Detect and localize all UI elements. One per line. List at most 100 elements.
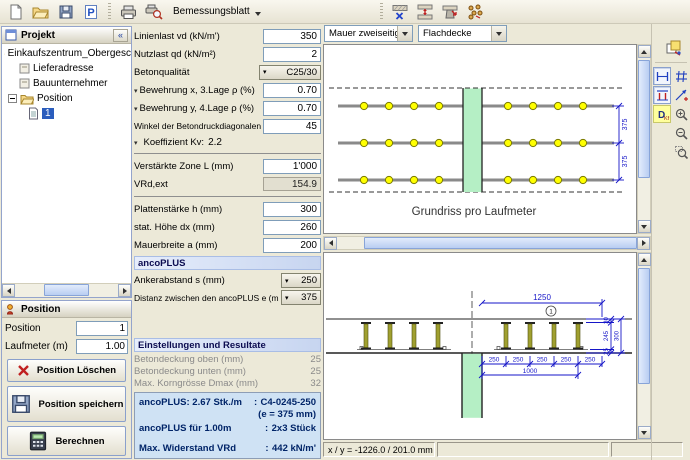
bewehrung-x-input[interactable] <box>263 83 321 98</box>
bemessungsblatt-dropdown[interactable]: Bemessungsblatt <box>166 4 268 19</box>
scroll-left-button[interactable] <box>2 284 15 297</box>
betonqualitaet-dropdown[interactable]: ▾ C25/30 <box>259 65 321 80</box>
scroll-track[interactable] <box>15 284 118 297</box>
scroll-down-button[interactable] <box>638 426 651 439</box>
korngroesse-label: Max. Korngrösse Dmax (mm) <box>134 378 258 390</box>
scroll-right-button[interactable] <box>637 237 650 250</box>
plan-view-canvas[interactable]: 375 375 Grundriss pro Laufmeter <box>323 44 637 234</box>
section-vertical-scrollbar[interactable] <box>637 252 651 440</box>
tree-item-project-root[interactable]: Einkaufszentrum_Obergesc <box>2 46 131 61</box>
scroll-track[interactable] <box>337 237 637 250</box>
copy-drawing-button[interactable] <box>663 37 683 57</box>
betonqualitaet-value: C25/30 <box>286 67 317 78</box>
mode-slab-thickness-button[interactable] <box>413 1 438 23</box>
linienlast-input[interactable] <box>263 29 321 44</box>
winkel-row: Winkel der Betondruckdiagonalen α (°) <box>134 117 321 135</box>
scroll-thumb[interactable] <box>638 60 650 178</box>
stueck-result-label: ancoPLUS für 1.00m <box>139 423 262 434</box>
scroll-down-button[interactable] <box>638 220 651 233</box>
dimension-horizontal-button[interactable] <box>653 67 671 85</box>
page-setup-button[interactable]: P <box>78 1 103 23</box>
print-button[interactable] <box>116 1 141 23</box>
grid-toggle-button[interactable] <box>672 67 690 85</box>
section-view-canvas[interactable]: 1250 1 250 250 250 250 250 1000 30 245 2… <box>323 252 637 440</box>
tool-strip-separator <box>655 62 687 63</box>
mode-slab-without-shear-button[interactable] <box>388 1 413 23</box>
expand-arrow-icon: ▾ <box>134 106 138 113</box>
collapse-panel-button[interactable]: « <box>113 29 128 42</box>
scroll-up-button[interactable] <box>638 45 651 58</box>
wall-type-value: Mauer zweiseitig <box>325 26 397 41</box>
wall-type-dropdown[interactable]: Mauer zweiseitig <box>324 25 413 42</box>
tree-item-position-folder[interactable]: Position <box>2 91 131 106</box>
delete-position-label: Position Löschen <box>37 365 116 376</box>
position-number-input[interactable] <box>76 321 128 336</box>
scroll-thumb[interactable] <box>638 268 650 384</box>
svg-text:250: 250 <box>561 357 572 364</box>
dkf-display-button[interactable]: D Kf <box>653 105 671 123</box>
anchor-dimension-button[interactable] <box>653 86 671 104</box>
save-position-button[interactable]: Position speichern <box>7 386 126 422</box>
snap-dimension-button[interactable] <box>672 86 690 104</box>
scroll-right-button[interactable] <box>118 284 131 297</box>
dropdown-button[interactable] <box>397 26 412 41</box>
open-project-button[interactable] <box>28 1 53 23</box>
bewehrung-y-label[interactable]: ▾Bewehrung y, 4.Lage ρ (%) <box>134 103 261 114</box>
document-icon <box>28 107 39 120</box>
tree-horizontal-scrollbar[interactable] <box>2 283 131 297</box>
scroll-thumb[interactable] <box>364 237 637 249</box>
zoom-window-button[interactable] <box>672 143 690 161</box>
new-document-button[interactable] <box>3 1 28 23</box>
laufmeter-input[interactable] <box>76 339 128 354</box>
scroll-track[interactable] <box>638 266 651 426</box>
bewehrung-x-label[interactable]: ▾Bewehrung x, 3.Lage ρ (%) <box>134 85 261 96</box>
stat-hoehe-input[interactable] <box>263 220 321 235</box>
tree-collapse-box-icon[interactable] <box>8 94 17 103</box>
plan-vertical-scrollbar[interactable] <box>637 44 651 234</box>
tree-item-lieferadresse[interactable]: Lieferadresse <box>2 61 131 76</box>
dim-zone: 1000 <box>523 368 538 375</box>
widerstand-result-label: Max. Widerstand VRd <box>139 443 262 454</box>
expand-arrow-icon: ▾ <box>134 88 138 95</box>
toolbar-separator <box>380 3 383 21</box>
delete-position-button[interactable]: Position Löschen <box>7 359 126 382</box>
tree-item-bauunternehmer[interactable]: Bauunternehmer <box>2 76 131 91</box>
winkel-input[interactable] <box>263 119 321 134</box>
anco-result-value: C4-0245-250 <box>261 397 316 408</box>
ancoplus-section-header[interactable]: ancoPLUS <box>134 256 321 270</box>
bewehrung-y-input[interactable] <box>263 101 321 116</box>
zoom-in-button[interactable] <box>672 105 690 123</box>
results-section-header[interactable]: Einstellungen und Resultate <box>134 338 321 352</box>
bemessungsblatt-label: Bemessungsblatt <box>173 6 250 17</box>
tree-item-position-1[interactable]: 1 <box>2 106 131 121</box>
zoom-out-button[interactable] <box>672 124 690 142</box>
project-panel: Projekt « Einkaufszentrum_Obergesc Liefe… <box>1 26 132 298</box>
distanz-dropdown[interactable]: ▾ 375 <box>281 290 321 305</box>
print-preview-button[interactable] <box>141 1 166 23</box>
verstaerkte-zone-input[interactable] <box>263 159 321 174</box>
ankerabstand-dropdown[interactable]: ▾ 250 <box>281 273 321 288</box>
plattenstaerke-input[interactable] <box>263 202 321 217</box>
calculate-button[interactable]: Berechnen <box>7 426 126 456</box>
viewer-horizontal-scrollbar[interactable] <box>323 236 651 250</box>
scroll-thumb[interactable] <box>44 284 89 296</box>
korngroesse-row: Max. Korngrösse Dmax (mm) 32 <box>134 378 321 390</box>
nutzlast-input[interactable] <box>263 47 321 62</box>
section-view-drawing: 1250 1 250 250 250 250 250 1000 30 245 2… <box>324 253 636 439</box>
deckung-unten-value: 25 <box>310 366 321 378</box>
svg-text:250: 250 <box>537 357 548 364</box>
mauerbreite-input[interactable] <box>263 238 321 253</box>
svg-text:250: 250 <box>489 357 500 364</box>
scroll-left-button[interactable] <box>324 237 337 250</box>
mode-anchor-layout-button[interactable] <box>463 1 488 23</box>
mode-punching-button[interactable] <box>438 1 463 23</box>
deckung-unten-row: Betondeckung unten (mm) 25 <box>134 366 321 378</box>
svg-text:Kf: Kf <box>664 116 670 122</box>
dropdown-button[interactable] <box>491 26 506 41</box>
scroll-up-button[interactable] <box>638 253 651 266</box>
koeffizient-row[interactable]: ▾ Koeffizient Kv: 2.2 <box>134 135 321 150</box>
slab-type-dropdown[interactable]: Flachdecke <box>418 25 507 42</box>
scroll-track[interactable] <box>638 58 651 220</box>
save-button[interactable] <box>53 1 78 23</box>
colon: : <box>262 423 272 434</box>
